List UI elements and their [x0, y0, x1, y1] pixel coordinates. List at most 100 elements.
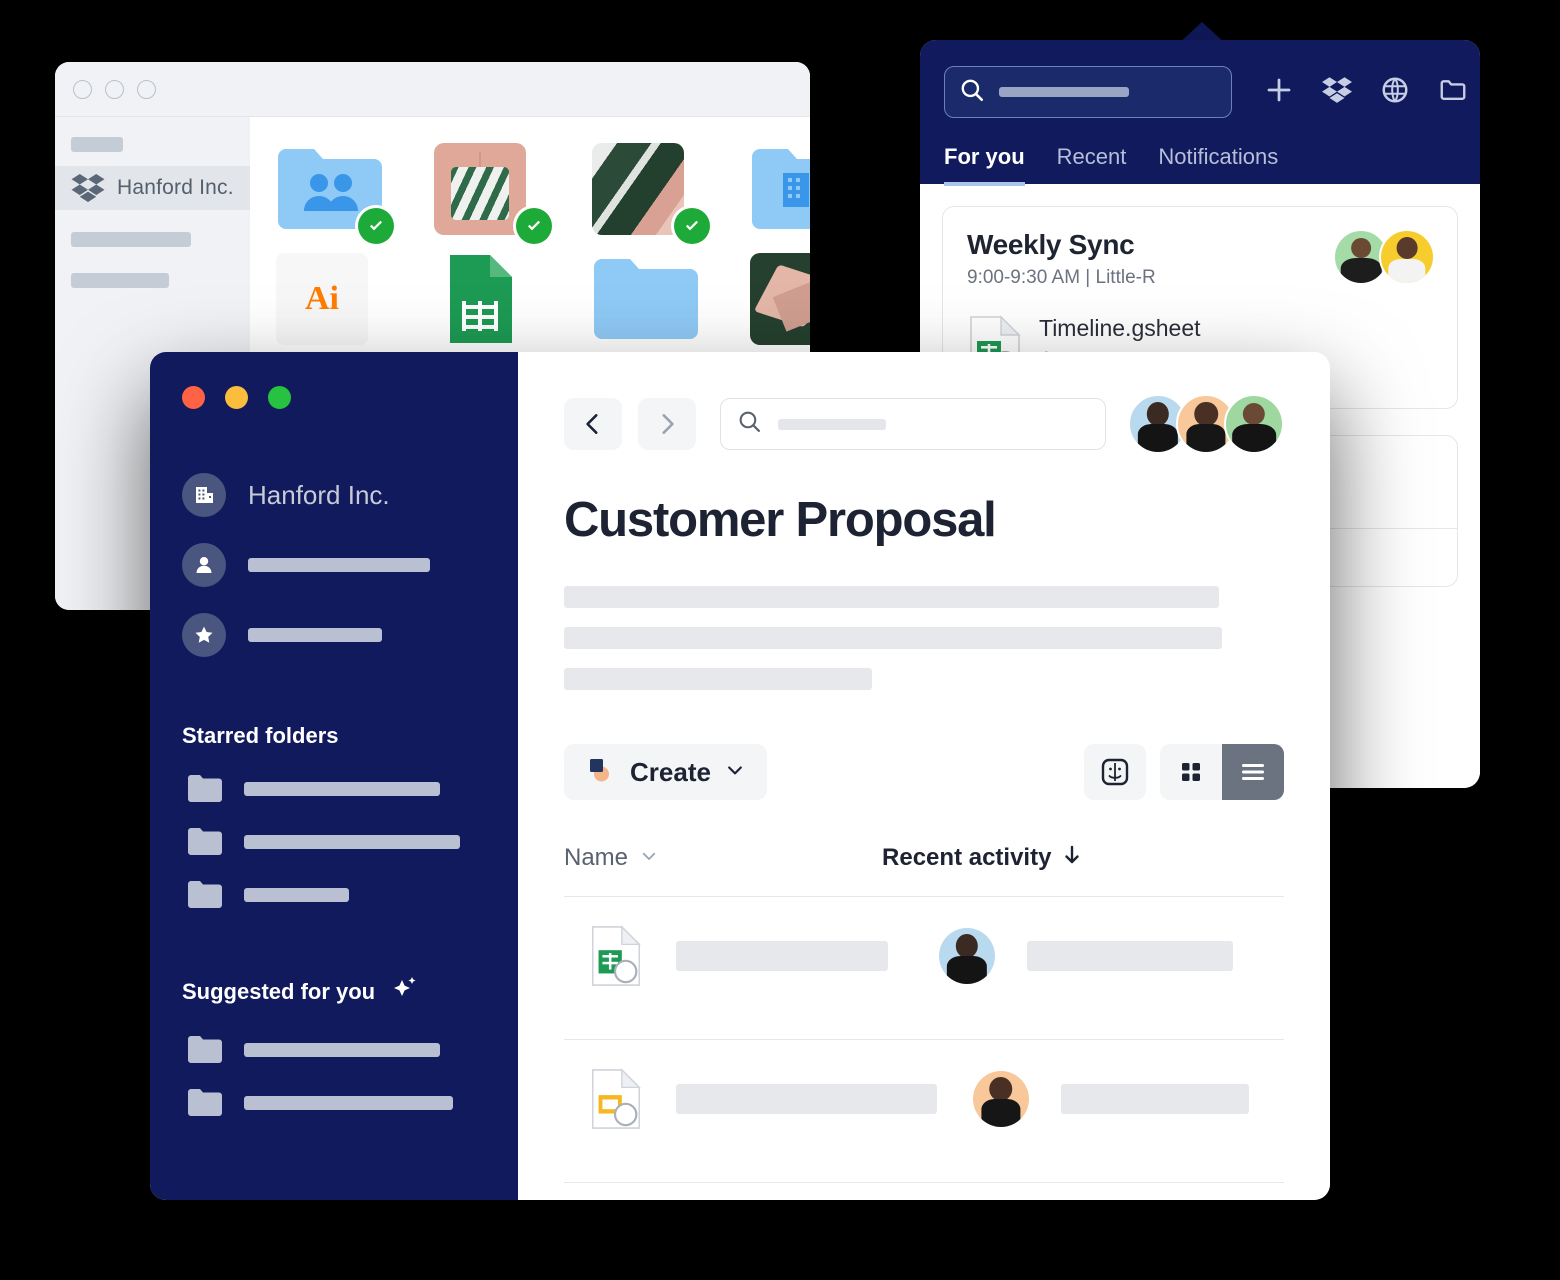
- collaborator-avatars[interactable]: [1128, 394, 1284, 454]
- skeleton-line: [564, 668, 872, 690]
- search-placeholder: [999, 87, 1129, 97]
- sidebar-section-suggested: Suggested for you: [150, 974, 518, 1010]
- back-window-titlebar: [55, 62, 810, 117]
- sidebar-section-starred-folders: Starred folders: [150, 723, 518, 749]
- tab-recent[interactable]: Recent: [1057, 144, 1127, 186]
- sidebar-folder-item[interactable]: [150, 1089, 518, 1116]
- view-mode-toggle: [1160, 744, 1284, 800]
- main-topbar: [564, 394, 1284, 454]
- create-shapes-icon: [586, 755, 616, 790]
- folder-icon[interactable]: [1438, 75, 1468, 110]
- file-tile[interactable]: Ai: [276, 253, 386, 345]
- window-minimize-button[interactable]: [105, 79, 124, 99]
- attached-file-name: Timeline.gsheet: [1039, 315, 1201, 341]
- sidebar-org-label: Hanford Inc.: [248, 479, 390, 510]
- body-skeleton: [564, 586, 1284, 690]
- chevron-right-icon: [662, 414, 674, 434]
- avatar: [972, 1071, 1029, 1127]
- attendee-avatars[interactable]: [1333, 229, 1435, 285]
- content-toolbar: Create: [564, 744, 1284, 800]
- screenshot-stage: Hanford Inc. Ai For you Recent Notificat…: [0, 0, 1560, 1280]
- sync-check-icon: [358, 208, 394, 244]
- sidebar-folder-item[interactable]: [150, 775, 518, 802]
- globe-icon[interactable]: [1380, 75, 1410, 110]
- table-header: Name Recent activity: [564, 844, 1284, 872]
- table-row[interactable]: [564, 1040, 1284, 1158]
- file-tile[interactable]: [592, 253, 702, 345]
- photo-leaves-icon: [592, 143, 684, 235]
- chevron-down-icon: [640, 844, 658, 872]
- window-close-button[interactable]: [182, 386, 205, 409]
- section-title: Starred folders: [182, 723, 339, 748]
- search-icon: [737, 409, 762, 439]
- file-tile[interactable]: [750, 253, 810, 345]
- file-tile[interactable]: [592, 143, 710, 244]
- table-row[interactable]: [564, 897, 1284, 1015]
- folder-icon: [188, 828, 222, 855]
- list-view-icon[interactable]: [1222, 744, 1284, 800]
- illustrator-ai-icon: Ai: [276, 253, 368, 345]
- chevron-down-icon: [725, 760, 745, 785]
- file-tile[interactable]: [750, 143, 810, 235]
- back-button[interactable]: [564, 398, 622, 450]
- arrow-down-icon: [1063, 844, 1081, 872]
- file-tile[interactable]: [276, 143, 394, 244]
- column-header-name[interactable]: Name: [564, 844, 658, 872]
- window-minimize-button[interactable]: [225, 386, 248, 409]
- sync-check-icon: [674, 208, 710, 244]
- sidebar-folder-item[interactable]: [150, 828, 518, 855]
- sidebar-item-starred[interactable]: [150, 613, 518, 657]
- file-tile[interactable]: [434, 253, 544, 345]
- column-label: Name: [564, 844, 629, 871]
- section-title: Suggested for you: [182, 979, 376, 1004]
- sidebar-item-label-skeleton: [248, 558, 430, 572]
- sidebar-item-personal[interactable]: [150, 543, 518, 587]
- sidebar-folder-item[interactable]: [150, 1036, 518, 1063]
- folder-icon: [188, 775, 222, 802]
- photo-sweater-icon: [434, 143, 526, 235]
- avatar: [939, 928, 995, 984]
- grid-view-icon[interactable]: [1160, 744, 1222, 800]
- sidebar-skeleton-1: [71, 232, 191, 247]
- star-icon: [182, 613, 226, 657]
- photo-fabric-icon: [750, 253, 810, 345]
- folder-icon: [594, 259, 698, 339]
- sidebar-folder-item[interactable]: [150, 881, 518, 908]
- sidebar-skeleton-label: [71, 137, 123, 152]
- sparkle-icon: [389, 974, 419, 1010]
- tab-for-you[interactable]: For you: [944, 144, 1025, 186]
- person-icon: [182, 543, 226, 587]
- row-activity-skeleton: [1060, 1084, 1249, 1114]
- page-title: Customer Proposal: [564, 493, 997, 547]
- google-slides-cloud-icon: [588, 1068, 644, 1130]
- window-maximize-button[interactable]: [137, 79, 156, 99]
- create-button[interactable]: Create: [564, 744, 767, 800]
- folder-label-skeleton: [244, 1042, 440, 1057]
- app-sidebar: Hanford Inc. Starred folders Suggested f…: [150, 352, 518, 1200]
- finder-icon[interactable]: [1084, 744, 1146, 800]
- sidebar-item-org[interactable]: Hanford Inc.: [55, 166, 250, 210]
- dropbox-logo-icon[interactable]: [1322, 75, 1352, 110]
- search-input[interactable]: [720, 398, 1106, 450]
- skeleton-line: [564, 586, 1219, 608]
- sidebar-item-org[interactable]: Hanford Inc.: [150, 473, 518, 517]
- create-button-label: Create: [630, 756, 711, 787]
- app-main-content: Customer Proposal Create Name Recent act…: [518, 352, 1330, 1200]
- tab-notifications[interactable]: Notifications: [1158, 144, 1278, 186]
- forward-button[interactable]: [638, 398, 696, 450]
- row-name-skeleton: [676, 1084, 937, 1114]
- notification-tabs: For you Recent Notifications: [944, 144, 1456, 186]
- window-traffic-lights: [150, 386, 518, 409]
- file-tile[interactable]: [434, 143, 552, 244]
- window-maximize-button[interactable]: [268, 386, 291, 409]
- folder-building-icon: [752, 149, 810, 229]
- dropbox-logo-icon: [71, 174, 105, 203]
- skeleton-line: [564, 627, 1222, 649]
- folder-label-skeleton: [244, 834, 460, 849]
- sidebar-org-label: Hanford Inc.: [117, 176, 234, 199]
- column-header-recent-activity[interactable]: Recent activity: [882, 844, 1081, 872]
- window-close-button[interactable]: [73, 79, 92, 99]
- search-placeholder: [778, 418, 886, 430]
- plus-icon[interactable]: [1264, 75, 1294, 110]
- search-input[interactable]: [944, 66, 1232, 118]
